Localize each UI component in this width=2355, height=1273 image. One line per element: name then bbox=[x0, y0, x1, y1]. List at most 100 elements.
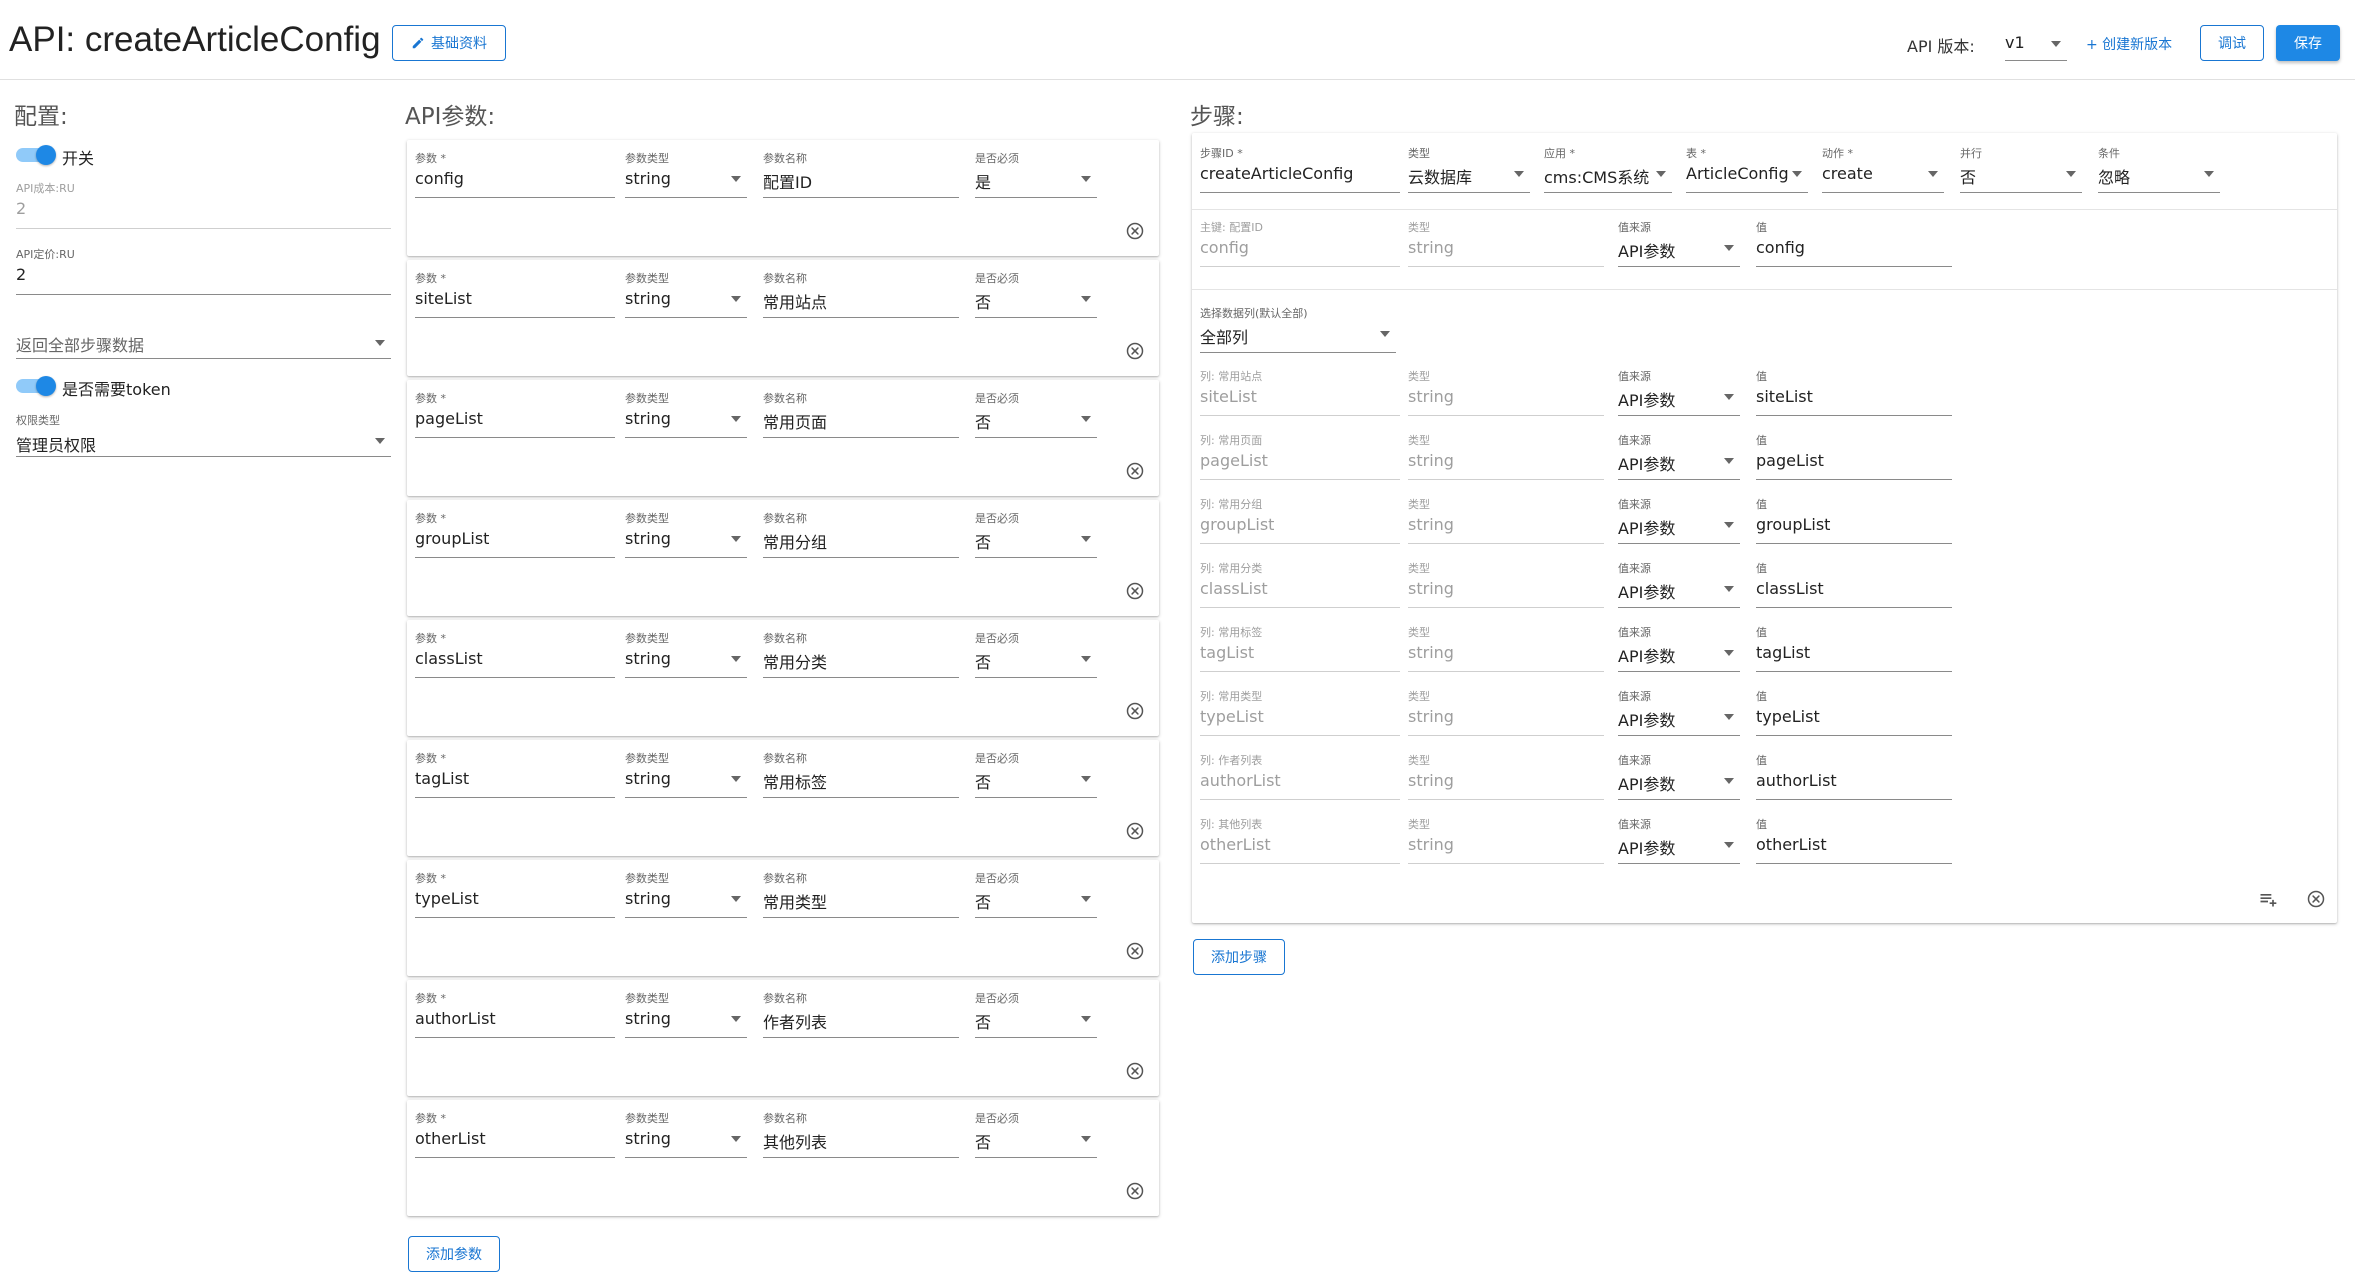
param-display-name-field[interactable]: 参数名称 常用分组 bbox=[763, 510, 959, 560]
step-parallel-select[interactable]: 并行 否 bbox=[1960, 145, 2082, 195]
version-select[interactable]: v1 bbox=[2005, 14, 2067, 64]
column-source-select[interactable]: 值来源 API参数 bbox=[1618, 368, 1740, 418]
column-source-select[interactable]: 值来源 API参数 bbox=[1618, 816, 1740, 866]
column-type-field-label: 类型 bbox=[1408, 434, 1430, 447]
params-section-title: API参数: bbox=[405, 104, 496, 130]
basic-info-button[interactable]: 基础资料 bbox=[392, 25, 506, 61]
param-type-select[interactable]: 参数类型 string bbox=[625, 150, 747, 200]
remove-param-icon[interactable] bbox=[1125, 341, 1145, 361]
param-required-select[interactable]: 是否必须否 bbox=[975, 750, 1097, 800]
column-name-field-value: otherList bbox=[1200, 835, 1271, 854]
param-required-select[interactable]: 是否必须否 bbox=[975, 630, 1097, 680]
param-type-select[interactable]: 参数类型 string bbox=[625, 630, 747, 680]
column-value-field[interactable]: 值 tagList bbox=[1756, 624, 1952, 674]
step-action-select[interactable]: 动作 * create bbox=[1822, 145, 1944, 195]
column-value-field[interactable]: 值 classList bbox=[1756, 560, 1952, 610]
param-display-name-field[interactable]: 参数名称 配置ID bbox=[763, 150, 959, 200]
column-value-field[interactable]: 值 otherList bbox=[1756, 816, 1952, 866]
return-steps-select[interactable]: 返回全部步骤数据 bbox=[16, 314, 391, 364]
param-display-name-field[interactable]: 参数名称 其他列表 bbox=[763, 1110, 959, 1160]
param-type-select-label: 参数类型 bbox=[625, 512, 669, 525]
remove-param-icon[interactable] bbox=[1125, 581, 1145, 601]
column-value-field[interactable]: 值 pageList bbox=[1756, 432, 1952, 482]
remove-param-icon[interactable] bbox=[1125, 461, 1145, 481]
param-display-name-field[interactable]: 参数名称 作者列表 bbox=[763, 990, 959, 1040]
column-source-select[interactable]: 值来源 API参数 bbox=[1618, 496, 1740, 546]
create-version-button[interactable]: + 创建新版本 bbox=[2086, 34, 2172, 54]
permission-type-value: 管理员权限 bbox=[16, 436, 97, 455]
chevron-down-icon bbox=[1380, 331, 1390, 337]
column-source-select[interactable]: 值来源 API参数 bbox=[1618, 560, 1740, 610]
param-type-select[interactable]: 参数类型 string bbox=[625, 390, 747, 440]
column-source-select[interactable]: 值来源 API参数 bbox=[1618, 752, 1740, 802]
step-app-select[interactable]: 应用 * cms:CMS系统 bbox=[1544, 145, 1672, 195]
primary-source-select[interactable]: 值来源 API参数 bbox=[1618, 219, 1740, 269]
column-name-field-value: authorList bbox=[1200, 771, 1281, 790]
param-display-name-field[interactable]: 参数名称 常用标签 bbox=[763, 750, 959, 800]
param-display-name-field[interactable]: 参数名称 常用类型 bbox=[763, 870, 959, 920]
add-param-button[interactable]: 添加参数 bbox=[408, 1236, 500, 1272]
column-source-select[interactable]: 值来源 API参数 bbox=[1618, 624, 1740, 674]
param-name-field[interactable]: 参数 * typeList bbox=[415, 870, 615, 920]
param-type-select[interactable]: 参数类型 string bbox=[625, 270, 747, 320]
column-value-field-label: 值 bbox=[1756, 498, 1767, 511]
columns-select[interactable]: 选择数据列(默认全部) 全部列 bbox=[1200, 305, 1396, 355]
param-required-select[interactable]: 是否必须否 bbox=[975, 1110, 1097, 1160]
column-value-field[interactable]: 值 typeList bbox=[1756, 688, 1952, 738]
step-condition-select[interactable]: 条件 忽略 bbox=[2098, 145, 2220, 195]
param-name-field[interactable]: 参数 * siteList bbox=[415, 270, 615, 320]
playlist-add-icon[interactable] bbox=[2258, 889, 2278, 909]
save-button[interactable]: 保存 bbox=[2276, 25, 2340, 61]
debug-button[interactable]: 调试 bbox=[2200, 25, 2264, 61]
column-value-field[interactable]: 值 groupList bbox=[1756, 496, 1952, 546]
param-name-field[interactable]: 参数 * tagList bbox=[415, 750, 615, 800]
param-display-name-field[interactable]: 参数名称 常用分类 bbox=[763, 630, 959, 680]
remove-param-icon[interactable] bbox=[1125, 221, 1145, 241]
api-price-field[interactable]: API定价:RU 2 bbox=[16, 246, 391, 296]
add-step-button[interactable]: 添加步骤 bbox=[1193, 939, 1285, 975]
param-name-field[interactable]: 参数 * otherList bbox=[415, 1110, 615, 1160]
param-name-field[interactable]: 参数 * config bbox=[415, 150, 615, 200]
remove-param-icon[interactable] bbox=[1125, 1061, 1145, 1081]
param-type-select[interactable]: 参数类型 string bbox=[625, 1110, 747, 1160]
param-name-field[interactable]: 参数 * pageList bbox=[415, 390, 615, 440]
column-source-select[interactable]: 值来源 API参数 bbox=[1618, 688, 1740, 738]
param-required-select[interactable]: 是否必须否 bbox=[975, 270, 1097, 320]
param-display-name-field[interactable]: 参数名称 常用页面 bbox=[763, 390, 959, 440]
token-switch[interactable] bbox=[16, 376, 56, 396]
remove-param-icon[interactable] bbox=[1125, 941, 1145, 961]
param-type-select[interactable]: 参数类型 string bbox=[625, 870, 747, 920]
remove-param-icon[interactable] bbox=[1125, 1181, 1145, 1201]
column-name-field: 列: 常用分组 groupList bbox=[1200, 496, 1400, 546]
remove-param-icon[interactable] bbox=[1125, 821, 1145, 841]
chevron-down-icon bbox=[1081, 296, 1091, 302]
step-table-select[interactable]: 表 * ArticleConfig bbox=[1686, 145, 1808, 195]
param-required-select[interactable]: 是否必须否 bbox=[975, 870, 1097, 920]
param-name-field[interactable]: 参数 * classList bbox=[415, 630, 615, 680]
chevron-down-icon bbox=[1724, 586, 1734, 592]
step-type-select[interactable]: 类型 云数据库 bbox=[1408, 145, 1530, 195]
param-required-select[interactable]: 是否必须是 bbox=[975, 150, 1097, 200]
column-value-field[interactable]: 值 authorList bbox=[1756, 752, 1952, 802]
chevron-down-icon bbox=[731, 176, 741, 182]
remove-step-icon[interactable] bbox=[2306, 889, 2326, 909]
column-type-field: 类型 string bbox=[1408, 688, 1604, 738]
column-value-field[interactable]: 值 siteList bbox=[1756, 368, 1952, 418]
param-required-select[interactable]: 是否必须否 bbox=[975, 390, 1097, 440]
param-required-select[interactable]: 是否必须否 bbox=[975, 990, 1097, 1040]
column-type-field: 类型 string bbox=[1408, 752, 1604, 802]
permission-type-select[interactable]: 权限类型 管理员权限 bbox=[16, 412, 391, 462]
param-display-name-field[interactable]: 参数名称 常用站点 bbox=[763, 270, 959, 320]
param-type-select[interactable]: 参数类型 string bbox=[625, 990, 747, 1040]
param-name-field[interactable]: 参数 * authorList bbox=[415, 990, 615, 1040]
param-required-select[interactable]: 是否必须否 bbox=[975, 510, 1097, 560]
param-type-select[interactable]: 参数类型 string bbox=[625, 750, 747, 800]
param-name-field[interactable]: 参数 * groupList bbox=[415, 510, 615, 560]
primary-value-field[interactable]: 值 config bbox=[1756, 219, 1952, 269]
remove-param-icon[interactable] bbox=[1125, 701, 1145, 721]
column-source-select[interactable]: 值来源 API参数 bbox=[1618, 432, 1740, 482]
step-id-field[interactable]: 步骤ID * createArticleConfig bbox=[1200, 145, 1400, 195]
param-type-select[interactable]: 参数类型 string bbox=[625, 510, 747, 560]
column-source-select-label: 值来源 bbox=[1618, 434, 1651, 447]
enable-switch[interactable] bbox=[16, 145, 56, 165]
